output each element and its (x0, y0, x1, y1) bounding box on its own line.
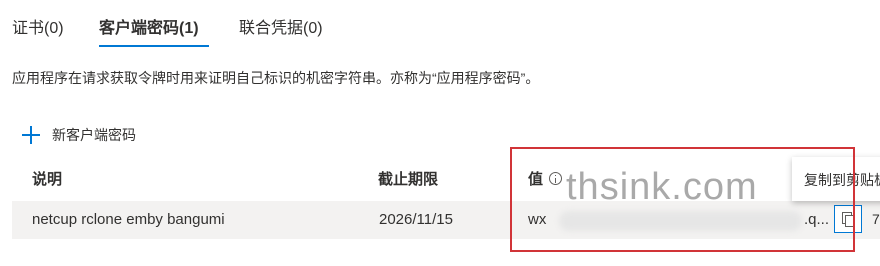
new-client-secret-button[interactable]: 新客户端密码 (22, 122, 136, 148)
tab-certificates[interactable]: 证书(0) (12, 14, 64, 38)
copy-icon (842, 212, 855, 227)
page-description: 应用程序在请求获取令牌时用来证明自己标识的机密字符串。亦称为“应用程序密码”。 (12, 70, 540, 86)
column-header-value-label: 值 (528, 171, 544, 188)
active-tab-indicator (99, 45, 209, 47)
column-header-description: 说明 (32, 171, 63, 188)
plus-icon (22, 126, 40, 144)
tab-federated-credentials[interactable]: 联合凭据(0) (239, 14, 323, 38)
secret-value-end: .q... (804, 211, 830, 228)
copy-tooltip: 复制到剪贴板 (792, 157, 880, 201)
info-icon[interactable] (549, 172, 563, 185)
column-header-expires: 截止期限 (378, 171, 439, 188)
redacted-value-blur (559, 211, 802, 231)
copy-tooltip-text: 复制到剪贴板 (804, 172, 880, 188)
tab-client-secrets[interactable]: 客户端密码(1) (99, 14, 199, 38)
secret-description: netcup rclone emby bangumi (32, 211, 225, 228)
table-row: netcup rclone emby bangumi 2026/11/15 wx… (12, 201, 880, 239)
secret-value-start: wx (528, 211, 547, 228)
new-client-secret-label: 新客户端密码 (52, 127, 136, 143)
column-header-value: 值 (528, 168, 563, 189)
secret-expires: 2026/11/15 (379, 211, 453, 228)
truncated-cell-text: 7 (872, 211, 880, 227)
copy-to-clipboard-button[interactable] (834, 205, 862, 233)
